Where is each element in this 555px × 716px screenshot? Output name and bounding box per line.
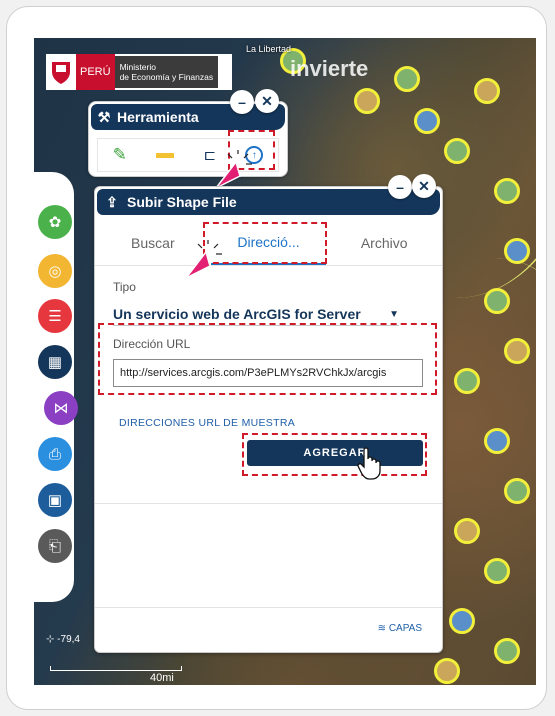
share-icon: ⋈ xyxy=(53,400,69,417)
project-marker[interactable] xyxy=(504,338,530,364)
project-marker[interactable] xyxy=(354,88,380,114)
project-marker[interactable] xyxy=(494,638,520,664)
project-marker[interactable] xyxy=(394,66,420,92)
layers-icon: ◎ xyxy=(48,263,62,280)
project-marker[interactable] xyxy=(504,478,530,504)
panel-title: Subir Shape File xyxy=(127,194,237,210)
project-marker[interactable] xyxy=(484,288,510,314)
ministry-label: Ministerio de Economía y Finanzas xyxy=(114,56,219,88)
tab-archivo[interactable]: Archivo xyxy=(326,221,442,265)
type-label: Tipo xyxy=(113,280,136,294)
project-marker[interactable] xyxy=(484,558,510,584)
clipboard-button[interactable]: ⎗ xyxy=(38,529,72,563)
project-marker[interactable] xyxy=(504,238,530,264)
service-type-value: Un servicio web de ArcGIS for Server xyxy=(113,306,361,322)
tools-icon: ⚒ xyxy=(97,108,111,125)
print-button[interactable]: ⎙ xyxy=(38,437,72,471)
scale-label: 40mi xyxy=(150,672,174,684)
divider xyxy=(95,503,442,504)
peru-label: PERÚ xyxy=(76,54,115,90)
list-icon: ☰ xyxy=(48,308,62,325)
ruler-icon[interactable] xyxy=(156,152,175,158)
project-marker[interactable] xyxy=(434,658,460,684)
tools-header: ⚒ Herramienta xyxy=(91,104,285,130)
list-button[interactable]: ☰ xyxy=(38,299,72,333)
pencil-icon[interactable]: ✎ xyxy=(113,145,127,165)
close-tools-button[interactable]: ✕ xyxy=(255,89,279,113)
grid-icon: ▦ xyxy=(47,354,63,371)
sample-urls-link[interactable]: DIRECCIONES URL DE MUESTRA xyxy=(119,417,295,429)
layers-button[interactable]: ◎ xyxy=(38,254,72,288)
project-marker[interactable] xyxy=(414,108,440,134)
project-marker[interactable] xyxy=(494,178,520,204)
project-marker[interactable] xyxy=(444,138,470,164)
peru-mef-logo: PERÚ Ministerio de Economía y Finanzas xyxy=(46,54,232,90)
invierte-watermark: invierte xyxy=(290,56,369,81)
print-icon: ⎙ xyxy=(48,445,61,463)
capas-link[interactable]: ≋ CAPAS xyxy=(378,623,422,634)
clipboard-icon: ⎗ xyxy=(48,537,61,555)
share-button[interactable]: ⋈ xyxy=(44,391,78,425)
leaf-button[interactable]: ✿ xyxy=(38,205,72,239)
layers-stack-icon: ≋ xyxy=(377,623,387,634)
scale-bar xyxy=(50,666,182,671)
click-pointer-icon xyxy=(185,240,222,279)
grid-button[interactable]: ▦ xyxy=(38,345,72,379)
chevron-down-icon: ▼ xyxy=(389,308,399,320)
project-marker[interactable] xyxy=(454,368,480,394)
project-marker[interactable] xyxy=(454,518,480,544)
leaf-icon: ✿ xyxy=(48,214,62,231)
close-panel-button[interactable]: ✕ xyxy=(412,174,436,198)
coordinate-readout: ⊹ -79,4 xyxy=(46,634,80,645)
upload-icon: ⇪ xyxy=(106,193,118,210)
minimize-panel-button[interactable]: – xyxy=(388,175,412,199)
project-marker[interactable] xyxy=(449,608,475,634)
region-label: La Libertad xyxy=(246,44,292,54)
coat-of-arms-icon xyxy=(46,56,76,88)
tools-title: Herramienta xyxy=(117,109,199,125)
hand-cursor-icon xyxy=(357,447,381,480)
project-marker[interactable] xyxy=(474,78,500,104)
save-icon: ▣ xyxy=(47,492,63,509)
project-marker[interactable] xyxy=(484,428,510,454)
divider xyxy=(95,607,442,608)
highlight-agregar-button xyxy=(242,433,427,476)
minimize-tools-button[interactable]: – xyxy=(230,90,254,114)
save-button[interactable]: ▣ xyxy=(38,483,72,517)
highlight-url-field xyxy=(98,323,437,395)
